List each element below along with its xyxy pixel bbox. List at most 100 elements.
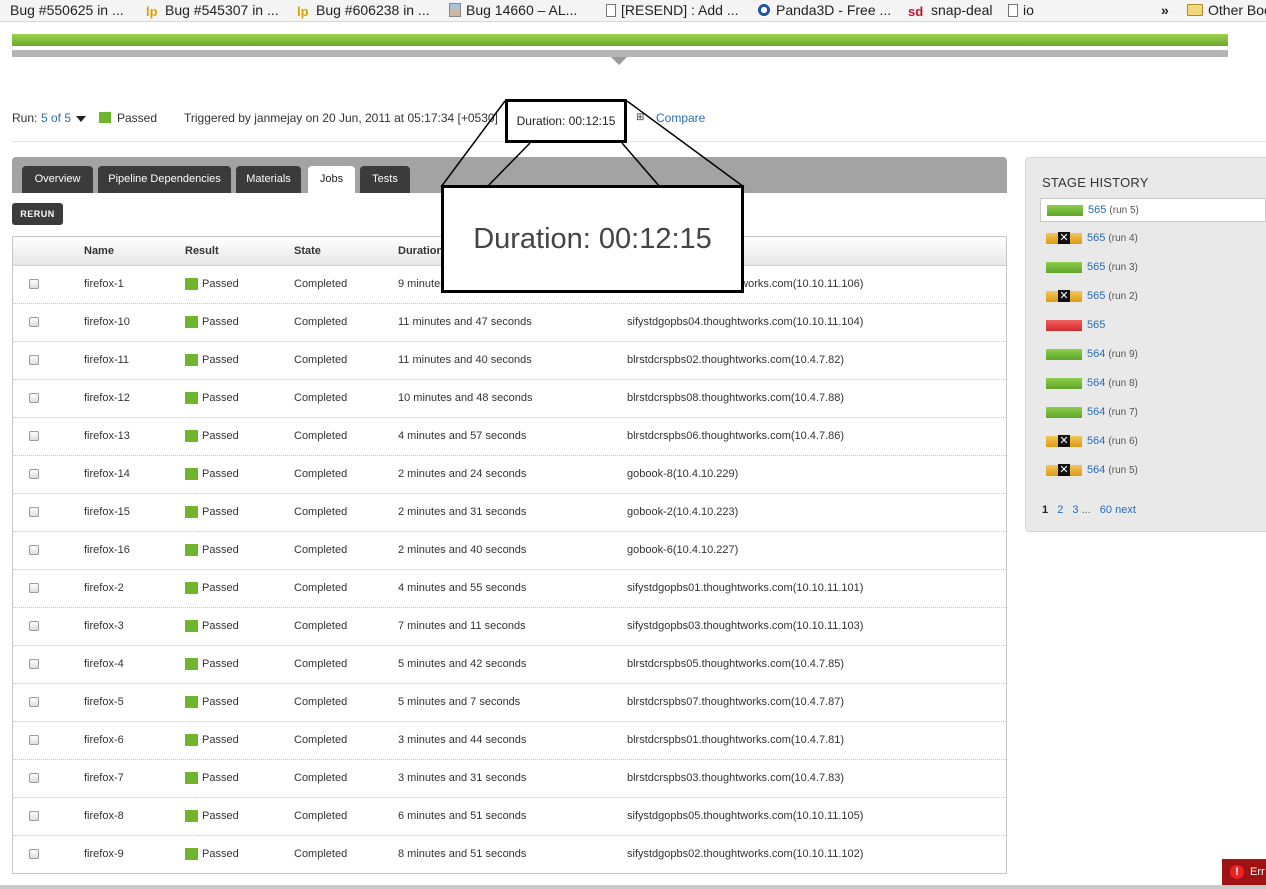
row-checkbox[interactable] (29, 355, 39, 365)
compare-icon[interactable]: ⊞ (636, 112, 644, 123)
stage-counter-link[interactable]: 565 (1087, 261, 1105, 273)
job-name-link[interactable]: firefox-1 (84, 278, 124, 290)
job-state: Completed (294, 810, 348, 822)
stage-history-pager: 1 2 3 ... 60 next (1042, 504, 1136, 516)
job-name-link[interactable]: firefox-5 (84, 696, 124, 708)
stage-history-item[interactable]: ✕ 565 (run 4) (1040, 227, 1266, 251)
stage-counter-link[interactable]: 564 (1087, 348, 1105, 360)
bookmark-io[interactable]: io (1008, 0, 1034, 20)
row-checkbox[interactable] (29, 507, 39, 517)
stage-status-cancelled-icon: ✕ (1046, 232, 1082, 244)
bookmark-bug-550625[interactable]: Bug #550625 in ... (0, 0, 124, 20)
pager-page-2[interactable]: 2 (1057, 504, 1063, 516)
row-checkbox[interactable] (29, 621, 39, 631)
tab-jobs[interactable]: Jobs (308, 166, 355, 193)
job-name-link[interactable]: firefox-12 (84, 392, 130, 404)
pager-next-link[interactable]: next (1115, 504, 1136, 516)
stage-status-cancelled-icon: ✕ (1046, 435, 1082, 447)
row-checkbox[interactable] (29, 849, 39, 859)
job-name-link[interactable]: firefox-13 (84, 430, 130, 442)
row-checkbox[interactable] (29, 279, 39, 289)
error-badge[interactable]: ! Err (1222, 859, 1266, 885)
stage-counter-link[interactable]: 564 (1087, 377, 1105, 389)
job-duration: 9 minutes (398, 278, 446, 290)
stage-counter-link[interactable]: 565 (1087, 290, 1105, 302)
stage-history-item[interactable]: 564 (run 7) (1040, 401, 1266, 425)
job-name-link[interactable]: firefox-10 (84, 316, 130, 328)
stage-history-item[interactable]: ✕ 564 (run 5) (1040, 459, 1266, 483)
stage-history-item[interactable]: 564 (run 8) (1040, 372, 1266, 396)
job-name-link[interactable]: firefox-15 (84, 506, 130, 518)
job-name-link[interactable]: firefox-9 (84, 848, 124, 860)
row-checkbox[interactable] (29, 545, 39, 555)
stage-counter-link[interactable]: 565 (1088, 204, 1106, 216)
bookmark-panda3d[interactable]: Panda3D - Free ... (757, 0, 891, 20)
tab-materials[interactable]: Materials (236, 166, 301, 193)
row-checkbox[interactable] (29, 659, 39, 669)
pager-page-3[interactable]: 3 (1072, 504, 1078, 516)
row-checkbox[interactable] (29, 317, 39, 327)
stage-history-item[interactable]: ✕ 564 (run 6) (1040, 430, 1266, 454)
bookmarks-overflow-chevron-icon[interactable]: » (1161, 0, 1169, 20)
tab-overview[interactable]: Overview (22, 166, 93, 193)
stage-history-label: 565 (run 3) (1087, 261, 1138, 273)
job-name-link[interactable]: firefox-14 (84, 468, 130, 480)
cancelled-x-icon: ✕ (1058, 290, 1070, 302)
column-header-name[interactable]: Name (84, 245, 114, 257)
stage-history-item[interactable]: 565 (1040, 314, 1266, 338)
stage-history-item[interactable]: ✕ 565 (run 2) (1040, 285, 1266, 309)
stage-status-passed-icon (1046, 262, 1082, 273)
tab-tests[interactable]: Tests (360, 166, 410, 193)
stage-counter-link[interactable]: 564 (1087, 435, 1105, 447)
job-name-link[interactable]: firefox-2 (84, 582, 124, 594)
job-name-link[interactable]: firefox-3 (84, 620, 124, 632)
bookmark-bug-545307[interactable]: lp Bug #545307 in ... (146, 0, 279, 20)
job-name-link[interactable]: firefox-6 (84, 734, 124, 746)
status-passed-icon (185, 772, 198, 784)
stage-history-item[interactable]: 565 (run 3) (1040, 256, 1266, 280)
run-dropdown-arrow-icon[interactable] (76, 116, 86, 122)
bookmark-bug-606238[interactable]: lp Bug #606238 in ... (297, 0, 430, 20)
bookmark-bug-14660[interactable]: Bug 14660 – AL... (449, 0, 577, 20)
pager-last-page[interactable]: 60 (1100, 504, 1112, 516)
job-name-link[interactable]: firefox-8 (84, 810, 124, 822)
row-checkbox[interactable] (29, 469, 39, 479)
job-name-link[interactable]: firefox-11 (84, 354, 129, 366)
stage-counter-link[interactable]: 564 (1087, 406, 1105, 418)
column-header-duration[interactable]: Duration (398, 245, 443, 257)
column-header-state[interactable]: State (294, 245, 321, 257)
stage-history-item[interactable]: 565 (run 5) (1040, 198, 1266, 222)
job-result: Passed (202, 354, 239, 366)
bookmarks-bar: Bug #550625 in ... lp Bug #545307 in ...… (0, 0, 1266, 22)
stage-history-item[interactable]: 564 (run 9) (1040, 343, 1266, 367)
launchpad-icon: lp (297, 4, 309, 19)
tab-pipeline-dependencies[interactable]: Pipeline Dependencies (98, 166, 231, 193)
bookmark-resend[interactable]: [RESEND] : Add ... (606, 0, 739, 20)
compare-link[interactable]: Compare (656, 111, 705, 125)
stage-counter-link[interactable]: 564 (1087, 464, 1105, 476)
run-status: Passed (117, 111, 158, 125)
column-header-result[interactable]: Result (185, 245, 219, 257)
row-checkbox[interactable] (29, 431, 39, 441)
run-label: Run: (12, 111, 38, 125)
status-bar-edge (0, 885, 1266, 889)
job-name-link[interactable]: firefox-4 (84, 658, 124, 670)
stage-counter-link[interactable]: 565 (1087, 232, 1105, 244)
row-checkbox[interactable] (29, 697, 39, 707)
job-result: Passed (202, 316, 239, 328)
status-passed-icon (185, 734, 198, 746)
job-name-link[interactable]: firefox-7 (84, 772, 124, 784)
row-checkbox[interactable] (29, 773, 39, 783)
run-selector-link[interactable]: 5 of 5 (41, 111, 71, 125)
bookmark-label: Bug #606238 in ... (316, 1, 430, 18)
bookmark-other-bookmarks[interactable]: Other Boo (1187, 0, 1266, 20)
stage-counter-link[interactable]: 565 (1087, 319, 1105, 331)
rerun-button[interactable]: RERUN (12, 203, 63, 225)
row-checkbox[interactable] (29, 393, 39, 403)
row-checkbox[interactable] (29, 811, 39, 821)
row-checkbox[interactable] (29, 583, 39, 593)
job-name-link[interactable]: firefox-16 (84, 544, 130, 556)
bookmark-snap-deal[interactable]: sd snap-deal (908, 0, 993, 20)
row-checkbox[interactable] (29, 735, 39, 745)
error-label: Err (1250, 866, 1265, 878)
